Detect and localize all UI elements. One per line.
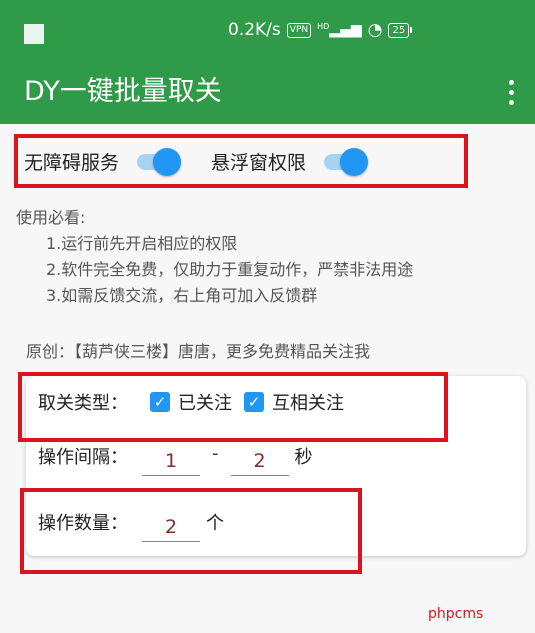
permissions-row: 无障碍服务 悬浮窗权限 <box>24 142 398 180</box>
interval-label: 操作间隔： <box>38 447 128 468</box>
interval-unit: 秒 <box>294 447 313 468</box>
notes-heading: 使用必看: <box>16 208 86 227</box>
interval-min-input[interactable]: 1 <box>142 443 200 476</box>
notes-item: 2.软件完全免费，仅助力于重复动作，严禁非法用途 <box>46 260 414 279</box>
credit-text: 原创：【葫芦侠三楼】唐唐，更多免费精品关注我 <box>26 342 371 361</box>
more-options-icon[interactable] <box>504 72 518 112</box>
battery-icon: 25 <box>388 22 413 38</box>
app-title: DY一键批量取关 <box>24 76 222 107</box>
unfollow-type-row: 取关类型： ✓ 已关注 ✓ 互相关注 <box>38 386 344 418</box>
count-input[interactable]: 2 <box>142 509 200 542</box>
mutual-checkbox[interactable]: ✓ <box>244 392 264 412</box>
notes-item: 3.如需反馈交流，右上角可加入反馈群 <box>46 286 318 305</box>
watermark: phpcms <box>428 606 484 622</box>
interval-row: 操作间隔： 1 - 2 秒 <box>38 443 313 479</box>
notes-item: 1.运行前先开启相应的权限 <box>46 234 238 253</box>
accessibility-switch[interactable] <box>135 148 182 176</box>
interval-max-input[interactable]: 2 <box>230 443 289 476</box>
status-indicators: 0.2K/s VPN HD▂▄▆ ◔ 25 <box>228 20 413 40</box>
network-speed: 0.2K/s <box>228 20 281 40</box>
status-bar: 0.2K/s VPN HD▂▄▆ ◔ 25 <box>0 0 535 62</box>
overlay-switch[interactable] <box>322 148 369 176</box>
overlay-label: 悬浮窗权限 <box>211 151 307 174</box>
count-row: 操作数量： 2 个 <box>38 509 224 545</box>
count-unit: 个 <box>206 513 224 534</box>
accessibility-label: 无障碍服务 <box>24 151 120 174</box>
signal-icon: HD▂▄▆ <box>317 22 362 38</box>
mutual-label[interactable]: 互相关注 <box>272 389 344 415</box>
interval-separator: - <box>212 443 219 464</box>
vpn-icon: VPN <box>286 22 312 38</box>
followed-label[interactable]: 已关注 <box>178 389 232 415</box>
count-label: 操作数量： <box>38 513 128 534</box>
app-bar: DY一键批量取关 <box>0 62 535 124</box>
unfollow-type-label: 取关类型： <box>38 393 128 414</box>
usage-notes: 使用必看: 1.运行前先开启相应的权限 2.软件完全免费，仅助力于重复动作，严禁… <box>16 205 413 309</box>
followed-checkbox[interactable]: ✓ <box>150 392 170 412</box>
notification-icon <box>24 24 44 44</box>
battery-level: 25 <box>388 22 410 38</box>
wifi-icon: ◔ <box>367 20 383 40</box>
